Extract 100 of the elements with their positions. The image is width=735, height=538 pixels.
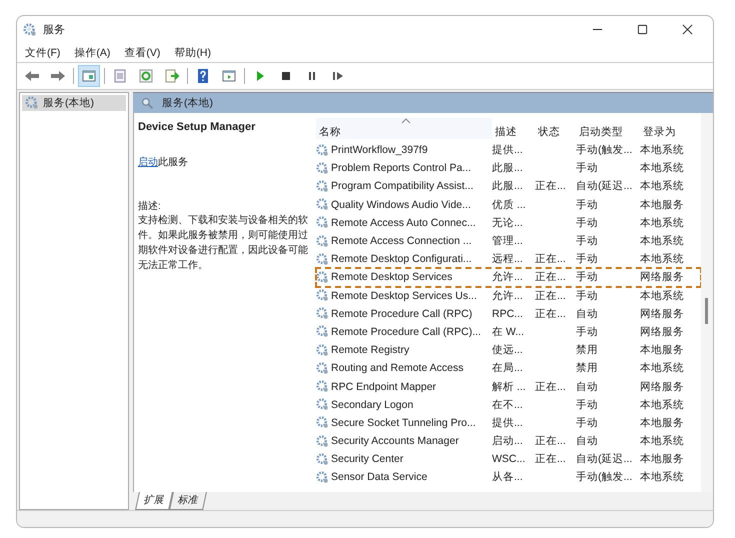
table-row[interactable]: Remote Desktop Services Us... 允许... 正在... 手动 本地系统 — [316, 286, 701, 305]
table-row[interactable]: PrintWorkflow_397f9 提供... 手动(触发... 本地系统 — [316, 141, 701, 160]
table-row[interactable]: Secure Socket Tunneling Pro... 提供... 手动 本地服务 — [316, 414, 701, 432]
description-label: 描述: — [138, 200, 162, 213]
table-cell: 正在... — [535, 252, 566, 266]
table-row[interactable]: Remote Procedure Call (RPC) RPC... 正在... 自动 网络服务 — [316, 304, 701, 323]
table-cell: 网络服务 — [640, 324, 684, 339]
table-cell: Remote Access Auto Connec... — [331, 216, 476, 229]
table-cell: Secure Socket Tunneling Pro... — [331, 416, 476, 429]
column-header[interactable]: 登录为 — [640, 118, 696, 139]
table-cell: 本地系统 — [640, 470, 684, 484]
table-cell: 手动 — [576, 252, 598, 266]
scrollbar-thumb[interactable] — [705, 298, 708, 324]
table-cell: 手动 — [576, 324, 598, 339]
table-cell: 本地系统 — [640, 288, 684, 303]
document-icon — [112, 68, 128, 84]
table-row[interactable]: Remote Procedure Call (RPC)... 在 W... 手动 网络服务 — [316, 322, 701, 342]
table-cell: 自动(延迟... — [576, 452, 632, 466]
start-link[interactable]: 启动 — [138, 157, 158, 168]
table-cell: PrintWorkflow_397f9 — [331, 144, 428, 156]
gear-icon — [316, 252, 329, 266]
table-cell: 正在... — [535, 434, 566, 448]
table-row[interactable]: Problem Reports Control Pa... 此服... 手动 本地系统 — [316, 159, 701, 178]
table-cell: 本地服务 — [640, 452, 684, 466]
table-row[interactable]: Remote Desktop Configurati... 远程... 正在... 手动 本地系统 — [316, 250, 701, 268]
menu-item[interactable]: 操作(A) — [74, 46, 110, 60]
table-row[interactable]: Routing and Remote Access 在局... 禁用 本地系统 — [316, 359, 701, 378]
table-cell: 从各... — [492, 470, 523, 484]
table-cell: 手动 — [576, 161, 598, 176]
gear-icon — [316, 434, 329, 448]
gear-icon — [316, 270, 329, 284]
table-cell: 本地系统 — [640, 234, 684, 248]
view-tab[interactable]: 扩展 — [135, 492, 173, 510]
table-cell: Remote Desktop Configurati... — [331, 253, 472, 266]
table-row[interactable]: Quality Windows Audio Vide... 优质 ... 手动 本地服务 — [316, 196, 701, 214]
gear-icon — [316, 362, 329, 375]
table-cell: 本地系统 — [640, 398, 684, 412]
gear-icon — [316, 307, 329, 320]
view-tab[interactable]: 标准 — [169, 492, 207, 510]
table-row[interactable]: Secondary Logon 在不... 手动 本地系统 — [316, 396, 701, 414]
table-cell: 禁用 — [576, 343, 598, 358]
column-header[interactable]: 描述 — [492, 118, 535, 139]
window-play-icon — [221, 68, 237, 84]
table-cell: 网络服务 — [640, 380, 684, 394]
menu-item[interactable]: 文件(F) — [25, 46, 60, 60]
table-cell: 提供... — [492, 143, 523, 158]
table-cell: Remote Procedure Call (RPC) — [331, 308, 472, 320]
gear-icon — [316, 289, 329, 302]
table-cell: 手动 — [576, 216, 598, 230]
table-cell: 此服... — [492, 161, 523, 176]
menu-item[interactable]: 帮助(H) — [174, 46, 211, 60]
table-row[interactable]: Remote Access Auto Connec... 无论... 手动 本地系统 — [316, 214, 701, 232]
table-cell: 在不... — [492, 398, 523, 412]
table-cell: Remote Desktop Services — [331, 271, 452, 284]
column-header[interactable]: 名称 — [316, 118, 492, 139]
table-cell: 本地系统 — [640, 434, 684, 448]
table-row[interactable]: Program Compatibility Assist... 此服... 正在... 自动(延迟... 本地系统 — [316, 177, 701, 196]
table-row[interactable]: Security Center WSC... 正在... 自动(延迟... 本地服务 — [316, 450, 701, 468]
export-icon — [164, 68, 180, 84]
table-cell: Security Center — [331, 453, 404, 466]
table-cell: Sensor Data Service — [331, 471, 428, 484]
table-cell: 提供... — [492, 416, 523, 430]
table-row[interactable]: Remote Registry 使远... 禁用 本地服务 — [316, 341, 701, 360]
table-cell: WSC... — [492, 453, 526, 466]
gear-icon — [23, 22, 37, 36]
gear-icon — [316, 216, 329, 230]
sort-icon — [400, 118, 410, 124]
table-cell: RPC... — [492, 308, 523, 320]
table-row[interactable]: Sensor Data Service 从各... 手动(触发... 本地系统 — [316, 468, 701, 487]
column-header[interactable]: 状态 — [535, 118, 576, 139]
gear-icon — [25, 96, 39, 110]
table-cell: Problem Reports Control Pa... — [331, 162, 472, 174]
table-cell: 允许... — [492, 288, 523, 303]
maximize-icon[interactable] — [637, 24, 648, 35]
table-cell: Remote Desktop Services Us... — [331, 290, 477, 302]
table-cell: 本地系统 — [640, 143, 684, 158]
table-cell: Remote Access Connection ... — [331, 235, 472, 248]
table-cell: Program Compatibility Assist... — [331, 180, 474, 192]
table-cell: 此服... — [492, 179, 523, 194]
table-cell: 解析 ... — [492, 380, 526, 394]
table-row[interactable]: Security Accounts Manager 启动... 正在... 自动 本地系统 — [316, 432, 701, 450]
menu-item[interactable]: 查看(V) — [124, 46, 160, 60]
gear-icon — [316, 398, 329, 412]
table-cell: Remote Procedure Call (RPC)... — [331, 326, 481, 338]
table-row[interactable]: Remote Access Connection ... 管理... 手动 本地系统 — [316, 232, 701, 250]
column-header[interactable]: 启动类型 — [576, 118, 640, 139]
table-cell: 本地系统 — [640, 216, 684, 230]
highlighted-row[interactable]: Remote Desktop Services 允许... 正在... 手动 网络服务 — [316, 268, 701, 286]
close-icon[interactable] — [682, 24, 693, 35]
gear-icon — [316, 144, 329, 157]
table-row[interactable]: RPC Endpoint Mapper 解析 ... 正在... 自动 网络服务 — [316, 377, 701, 396]
tree-item[interactable]: 服务(本地) — [22, 95, 126, 111]
table-cell: 自动(延迟... — [576, 179, 632, 194]
gear-icon — [316, 198, 329, 212]
gear-icon — [316, 416, 329, 430]
table-cell: 本地系统 — [640, 179, 684, 194]
table-cell: 手动 — [576, 270, 598, 284]
table-cell: 网络服务 — [640, 306, 684, 321]
table-cell: 正在... — [535, 270, 566, 284]
gear-icon — [316, 162, 329, 175]
